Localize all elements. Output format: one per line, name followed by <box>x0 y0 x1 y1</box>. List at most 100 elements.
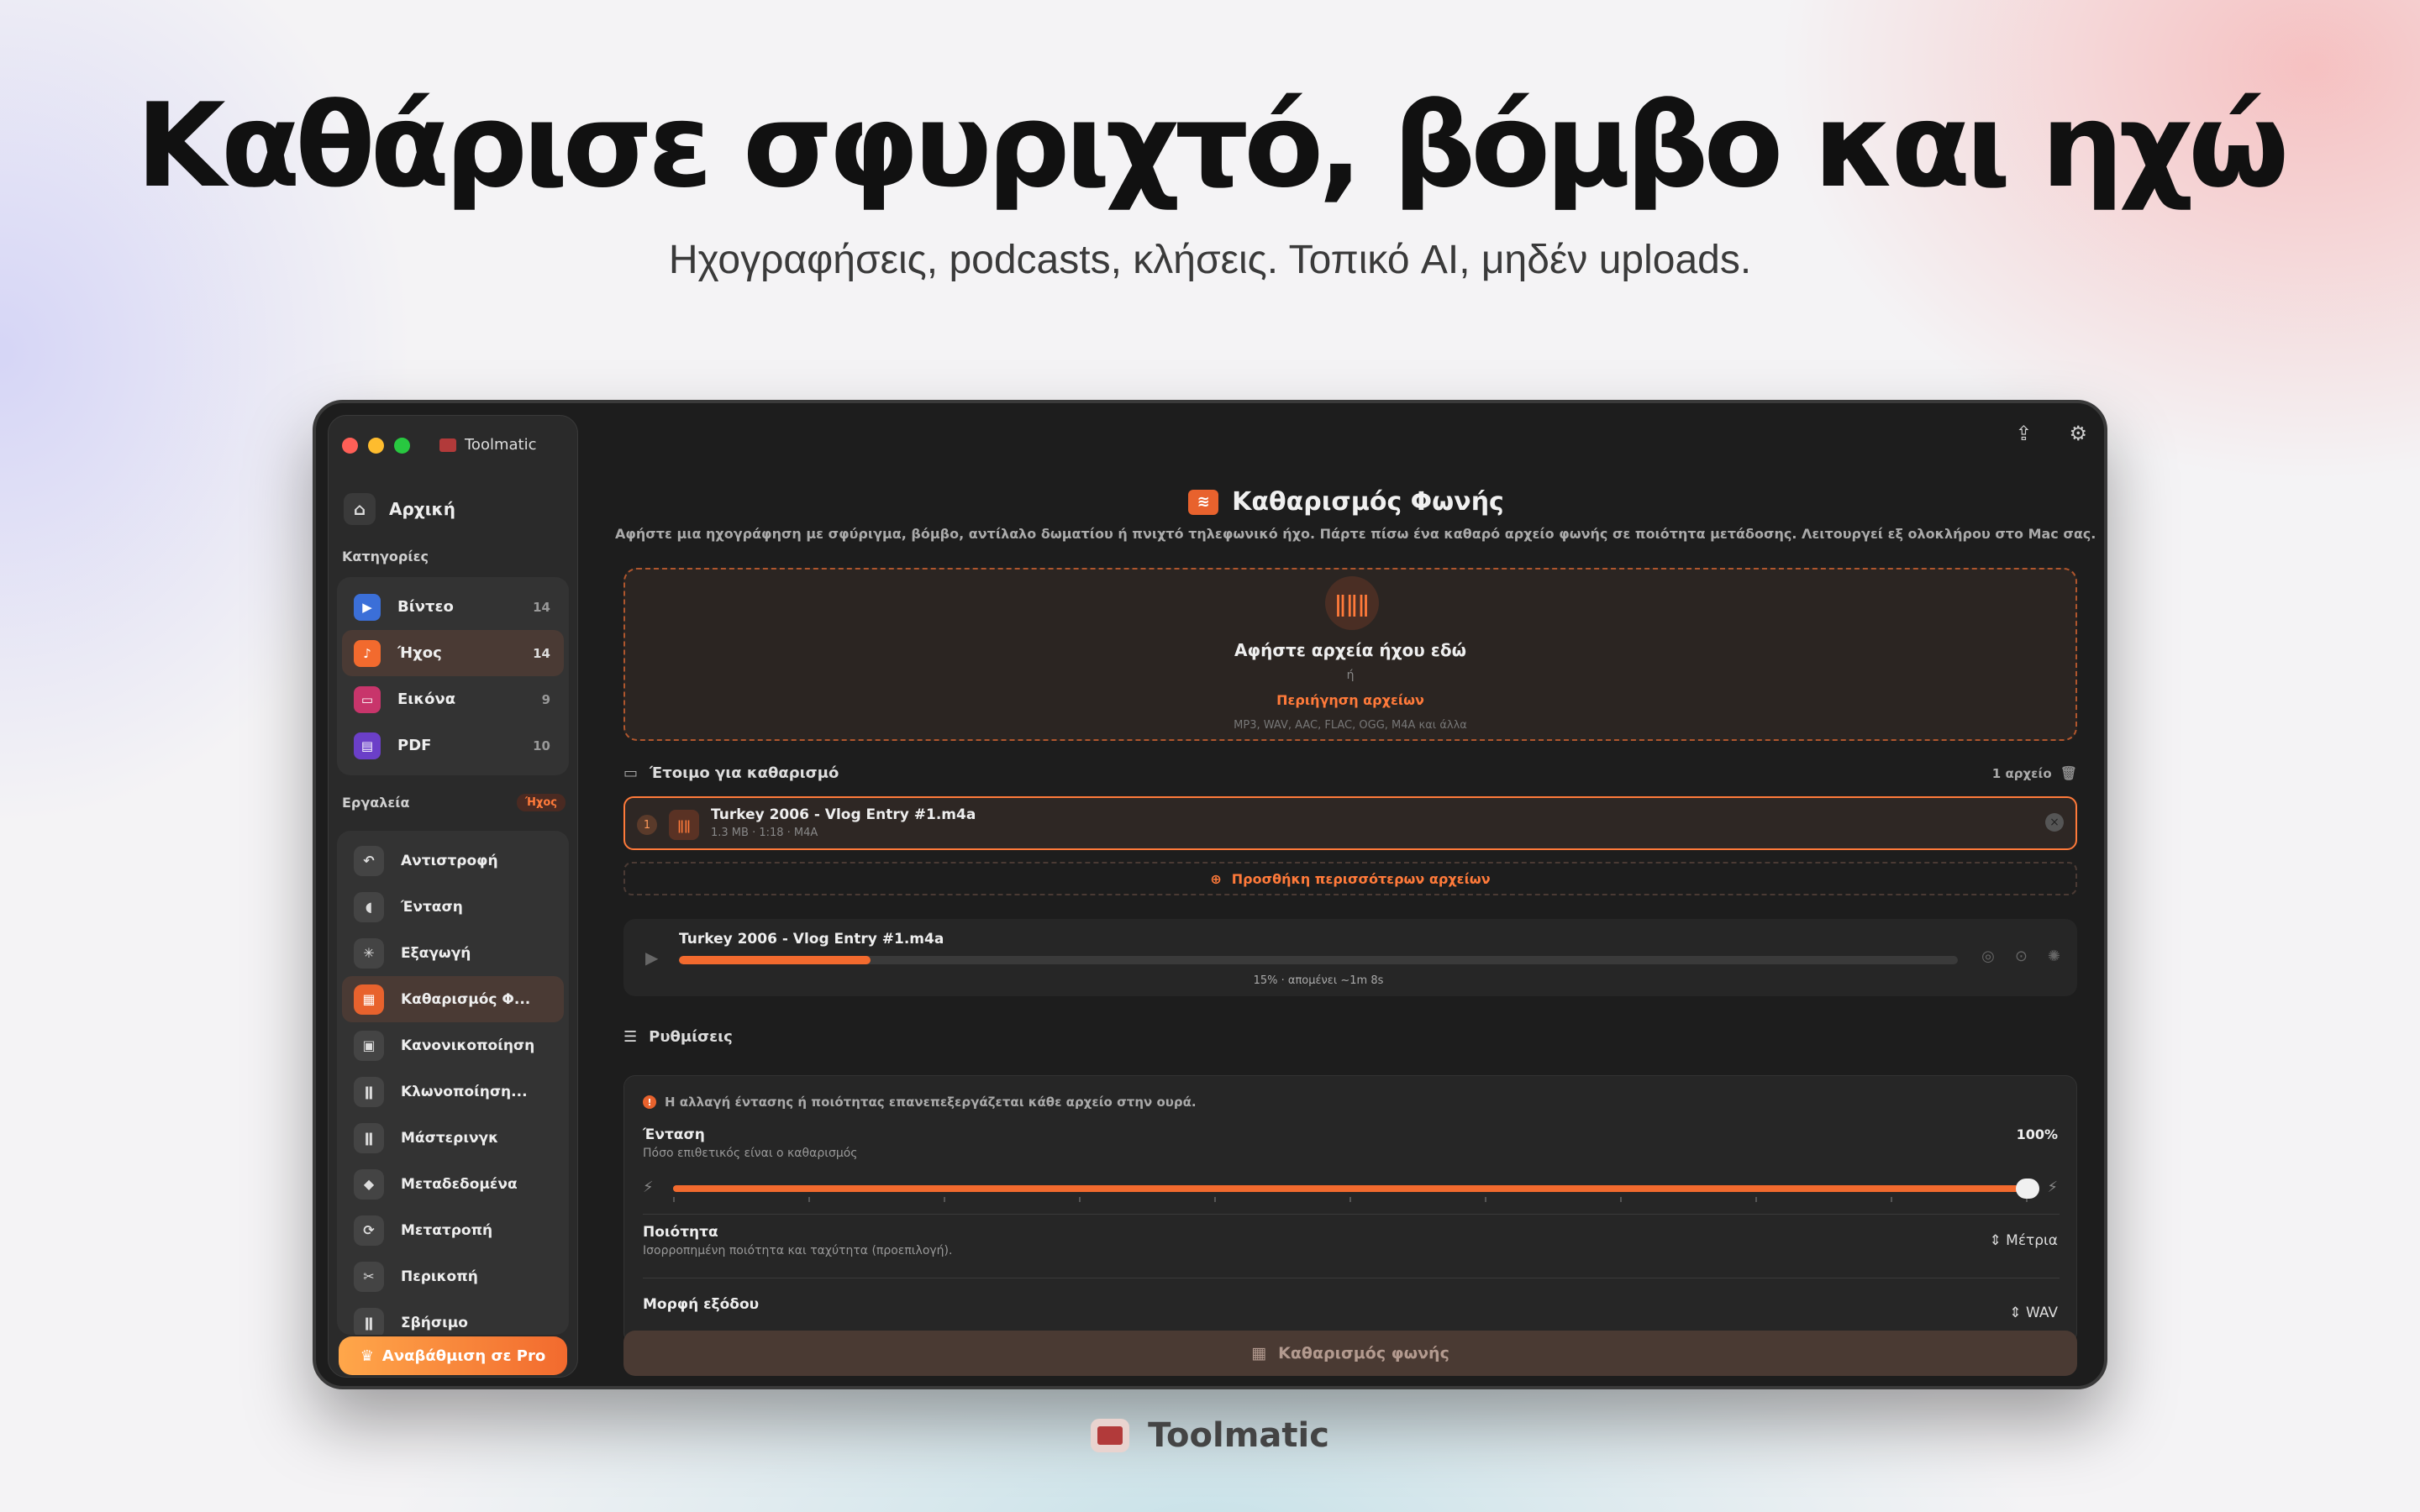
format-value: WAV <box>2025 1305 2058 1321</box>
sidebar-item-pdf[interactable]: ▤ PDF 10 <box>342 722 564 769</box>
tool-label: Κανονικοποίηση <box>401 1037 535 1054</box>
quality-label: Ποιότητα <box>643 1224 718 1241</box>
category-count: 14 <box>533 645 550 661</box>
file-name: Turkey 2006 - Vlog Entry #1.m4a <box>711 806 976 823</box>
tick <box>673 1197 675 1202</box>
dropzone-or: ή <box>1346 669 1355 682</box>
wand-icon: ⚡ <box>2047 1179 2058 1196</box>
waveform-icon: ✳ <box>354 937 384 969</box>
upgrade-pro-button[interactable]: ♛ Αναβάθμιση σε Pro <box>339 1336 567 1375</box>
sidebar-item-normalize[interactable]: ▣ Κανονικοποίηση <box>342 1022 564 1068</box>
tool-label: Περικοπή <box>401 1268 478 1285</box>
dropzone-label: Αφήστε αρχεία ήχου εδώ <box>1234 640 1466 660</box>
mastering-icon: ǁ <box>354 1122 384 1153</box>
sidebar-item-clone[interactable]: ǁ Κλωνοποίηση... <box>342 1068 564 1115</box>
footer-brand-name: Toolmatic <box>1148 1416 1329 1455</box>
close-window-button[interactable] <box>342 438 358 454</box>
stop-icon[interactable]: ⊙ <box>2015 948 2028 965</box>
normalize-icon: ▣ <box>354 1030 384 1061</box>
format-select[interactable]: ⇕ WAV <box>2009 1305 2058 1321</box>
sidebar-item-image[interactable]: ▭ Εικόνα 9 <box>342 676 564 722</box>
progress-bar-fill <box>679 956 871 964</box>
sidebar-item-extract[interactable]: ✳ Εξαγωγή <box>342 930 564 976</box>
sidebar-item-voice-clean[interactable]: ▦ Καθαρισμός Φ... <box>342 976 564 1022</box>
categories-label: Κατηγορίες <box>342 549 429 564</box>
convert-icon: ⟳ <box>354 1215 384 1246</box>
sidebar-item-convert[interactable]: ⟳ Μετατροπή <box>342 1207 564 1253</box>
intensity-value: 100% <box>2016 1126 2058 1142</box>
progress-card: ▶ Turkey 2006 - Vlog Entry #1.m4a 15% · … <box>623 919 2077 996</box>
browse-files-link[interactable]: Περιήγηση αρχείων <box>625 692 2075 708</box>
category-count: 9 <box>541 691 550 707</box>
home-label: Αρχική <box>389 499 455 519</box>
upgrade-label: Αναβάθμιση σε Pro <box>381 1347 546 1365</box>
progress-actions: ◎ ⊙ ✺ <box>1981 948 2060 965</box>
sidebar-item-trim[interactable]: ✂ Περικοπή <box>342 1253 564 1299</box>
spinner-icon: ✺ <box>2047 948 2060 965</box>
tag-icon: ◆ <box>354 1168 384 1200</box>
tool-list: ↶ Αντιστροφή ◖ Ένταση ✳ Εξαγωγή ▦ Καθαρισμός… <box>337 831 569 1335</box>
sidebar-item-mastering[interactable]: ǁ Μάστερινγκ <box>342 1115 564 1161</box>
add-more-files-button[interactable]: ⊕ Προσθήκη περισσότερων αρχείων <box>623 862 2077 895</box>
tool-label: Μεταδεδομένα <box>401 1175 518 1193</box>
queue-count: 1 αρχείο <box>1991 765 2052 781</box>
sidebar-item-video[interactable]: ▶ Βίντεο 14 <box>342 584 564 630</box>
slider-ticks <box>673 1197 2028 1202</box>
category-list: ▶ Βίντεο 14 ♪ Ήχος 14 ▭ Εικόνα 9 ▤ PDF 1… <box>337 577 569 775</box>
category-label: Ήχος <box>397 644 442 662</box>
play-icon[interactable]: ▶ <box>645 948 658 968</box>
quality-select[interactable]: ⇕ Μέτρια <box>1990 1232 2059 1249</box>
clean-voice-button[interactable]: ▦ Καθαρισμός φωνής <box>623 1331 2077 1376</box>
file-dropzone[interactable]: ǁǁǁ Αφήστε αρχεία ήχου εδώ ή Περιήγηση α… <box>623 568 2077 741</box>
hero-subline: Ηχογραφήσεις, podcasts, κλήσεις. Τοπικό … <box>668 238 1752 282</box>
remove-file-icon[interactable]: × <box>2045 813 2064 832</box>
tool-label: Ένταση <box>401 898 463 916</box>
tool-label: Κλωνοποίηση... <box>401 1083 528 1100</box>
intensity-slider[interactable] <box>673 1185 2028 1192</box>
tick <box>1755 1197 1757 1202</box>
tools-filter-badge: Ήχος <box>516 794 566 811</box>
toolbox-icon <box>1091 1419 1130 1452</box>
progress-bar <box>679 956 1958 964</box>
plus-circle-icon: ⊕ <box>1210 870 1222 887</box>
chevron-updown-icon: ⇕ <box>2009 1305 2022 1321</box>
supported-formats: MP3, WAV, AAC, FLAC, OGG, M4A και άλλα <box>1234 719 1467 732</box>
sidebar-item-reverse[interactable]: ↶ Αντιστροφή <box>342 837 564 884</box>
sidebar-item-fade[interactable]: ǁ Σβήσιμο <box>342 1299 564 1335</box>
waveform-icon: ǁǁǁ <box>1325 576 1379 630</box>
queue-file-row[interactable]: 1 ǁǁ Turkey 2006 - Vlog Entry #1.m4a 1.3… <box>623 796 2077 850</box>
tool-label: Μετατροπή <box>401 1221 493 1239</box>
category-label: Εικόνα <box>397 690 456 708</box>
intensity-slider-knob[interactable] <box>2016 1179 2039 1199</box>
waveform-icon: ǁǁ <box>669 810 699 840</box>
file-index: 1 <box>637 815 657 835</box>
page-title: ≋ Καθαρισμός Φωνής <box>615 487 2077 517</box>
hero-headline: Καθάρισε σφυριχτό, βόμβο και ηχώ <box>135 78 2289 213</box>
undo-icon: ↶ <box>354 845 384 876</box>
tool-label: Αντιστροφή <box>401 852 498 869</box>
zoom-window-button[interactable] <box>394 438 410 454</box>
sidebar-item-metadata[interactable]: ◆ Μεταδεδομένα <box>342 1161 564 1207</box>
footer-brand: Toolmatic <box>0 1416 2420 1455</box>
category-label: Βίντεο <box>397 598 454 616</box>
category-label: PDF <box>397 737 432 754</box>
sidebar-item-audio[interactable]: ♪ Ήχος 14 <box>342 630 564 676</box>
tick <box>944 1197 945 1202</box>
image-icon: ▭ <box>354 685 381 713</box>
tray-icon: ▭ <box>623 764 639 782</box>
sidebar-item-volume[interactable]: ◖ Ένταση <box>342 884 564 930</box>
tick <box>1620 1197 1622 1202</box>
divider <box>643 1214 2060 1215</box>
clean-voice-label: Καθαρισμός φωνής <box>1278 1344 1449 1362</box>
progress-file-name: Turkey 2006 - Vlog Entry #1.m4a <box>679 931 944 948</box>
trash-icon[interactable]: 🗑 <box>2060 765 2077 781</box>
tick <box>1891 1197 1892 1202</box>
minimize-window-button[interactable] <box>368 438 384 454</box>
main-content: ≋ Καθαρισμός Φωνής Αφήστε μια ηχογράφηση… <box>615 403 2096 1386</box>
warning-text: Η αλλαγή έντασης ή ποιότητας επανεπεξεργ… <box>665 1095 1197 1110</box>
intensity-sub: Πόσο επιθετικός είναι ο καθαρισμός <box>643 1147 858 1160</box>
sidebar-item-home[interactable]: ⌂ Αρχική <box>344 493 455 525</box>
voice-clean-icon: ▦ <box>354 984 384 1015</box>
tool-label: Εξαγωγή <box>401 944 471 962</box>
reveal-icon[interactable]: ◎ <box>1981 948 1995 965</box>
